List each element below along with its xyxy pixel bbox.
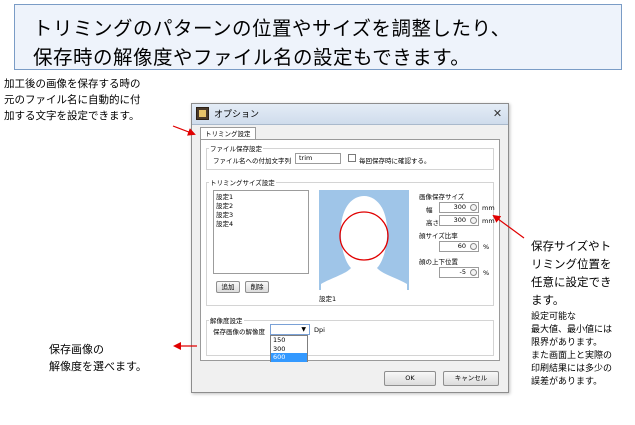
annotation-line: リミング位置を <box>531 257 612 271</box>
ok-button[interactable]: OK <box>384 371 436 386</box>
tab-panel: ファイル保存設定 ファイル名への付加文字列 trim 毎回保存時に確認する。 ト… <box>200 139 500 362</box>
headline-line-1: トリミングのパターンの位置やサイズを調整したり、 <box>33 17 511 40</box>
resolution-dropdown: 150 300 600 <box>270 335 308 362</box>
annotation-limits: 設定可能な 最大値、最小値には 限界があります。 また画面上と実際の 印刷結果に… <box>531 311 612 389</box>
height-unit: mm <box>482 217 495 225</box>
annotation-line: 保存サイズやト <box>531 239 612 253</box>
height-label: 高さ <box>426 219 439 227</box>
dialog-titlebar[interactable]: オプション ✕ <box>192 104 508 125</box>
chevron-down-icon[interactable]: ▼ <box>301 326 306 333</box>
dropdown-option[interactable]: 150 <box>271 336 307 345</box>
dropdown-option-selected[interactable]: 600 <box>271 353 307 362</box>
annotation-line: ます。 <box>531 293 565 307</box>
confirm-checkbox[interactable] <box>348 154 356 162</box>
suffix-label: ファイル名への付加文字列 <box>213 157 291 165</box>
suffix-input[interactable]: trim <box>295 153 341 164</box>
resolution-legend: 解像度設定 <box>209 315 244 325</box>
resolution-unit: Dpi <box>314 326 325 334</box>
spin-icon[interactable] <box>470 243 477 250</box>
annotation-line: 加する文字を設定できます。 <box>4 110 140 122</box>
face-position-unit: % <box>483 269 490 277</box>
delete-button[interactable]: 削除 <box>245 281 269 293</box>
dialog-title: オプション <box>214 110 260 120</box>
annotation-line: また画面上と実際の <box>531 351 613 361</box>
annotation-line: 元のファイル名に自動的に付 <box>4 94 141 106</box>
annotation-line: 任意に設定でき <box>531 275 612 289</box>
close-icon[interactable]: ✕ <box>491 107 504 120</box>
face-ratio-input[interactable]: 60 <box>439 241 479 252</box>
height-input[interactable]: 300 <box>439 215 479 226</box>
save-size-label: 画像保存サイズ <box>419 193 465 201</box>
resolution-label: 保存画像の解像度 <box>213 328 265 336</box>
annotation-line: 解像度を選べます。 <box>49 360 147 373</box>
options-dialog: オプション ✕ トリミング設定 ファイル保存設定 ファイル名への付加文字列 tr… <box>191 103 509 393</box>
trim-size-legend: トリミングサイズ設定 <box>209 177 276 187</box>
app-icon <box>196 107 209 120</box>
list-item[interactable]: 設定3 <box>214 211 308 220</box>
face-position-label: 顔の上下位置 <box>419 258 458 266</box>
list-item[interactable]: 設定4 <box>214 220 308 229</box>
width-unit: mm <box>482 204 495 212</box>
add-button[interactable]: 追加 <box>216 281 240 293</box>
list-item[interactable]: 設定2 <box>214 202 308 211</box>
annotation-line: 最大値、最小値には <box>531 325 613 335</box>
width-value: 300 <box>453 203 466 211</box>
width-input[interactable]: 300 <box>439 202 479 213</box>
preset-list[interactable]: 設定1 設定2 設定3 設定4 <box>213 190 309 274</box>
head-silhouette-icon <box>321 196 407 290</box>
cancel-button[interactable]: キャンセル <box>443 371 499 386</box>
resolution-select[interactable]: ▼ <box>270 324 310 335</box>
width-label: 幅 <box>426 206 433 214</box>
height-value: 300 <box>453 216 466 224</box>
trim-preview[interactable] <box>319 190 409 290</box>
face-position-input[interactable]: -5 <box>439 267 479 278</box>
file-save-legend: ファイル保存設定 <box>209 143 263 153</box>
list-item[interactable]: 設定1 <box>214 193 308 202</box>
dropdown-option[interactable]: 300 <box>271 345 307 354</box>
headline-line-2: 保存時の解像度やファイル名の設定もできます。 <box>33 46 471 69</box>
spin-icon[interactable] <box>470 204 477 211</box>
annotation-line: 設定可能な <box>531 312 577 322</box>
face-ratio-value: 60 <box>457 242 466 250</box>
annotation-line: 印刷結果には多少の <box>531 364 613 374</box>
face-ratio-unit: % <box>483 243 490 251</box>
annotation-resolution: 保存画像の 解像度を選べます。 <box>49 341 147 375</box>
annotation-save-size: 保存サイズやト リミング位置を 任意に設定でき ます。 <box>531 237 612 309</box>
annotation-line: 誤差があります。 <box>531 377 603 387</box>
spin-icon[interactable] <box>470 217 477 224</box>
headline-box: トリミングのパターンの位置やサイズを調整したり、 保存時の解像度やファイル名の設… <box>14 4 622 70</box>
annotation-file-suffix: 加工後の画像を保存する時の 元のファイル名に自動的に付 加する文字を設定できます… <box>4 76 141 124</box>
annotation-line: 加工後の画像を保存する時の <box>4 78 141 90</box>
preview-caption: 設定1 <box>319 295 337 303</box>
confirm-checkbox-label: 毎回保存時に確認する。 <box>359 157 431 165</box>
face-position-value: -5 <box>459 268 466 276</box>
face-ratio-label: 顔サイズ比率 <box>419 232 458 240</box>
annotation-line: 保存画像の <box>49 343 104 356</box>
spin-icon[interactable] <box>470 269 477 276</box>
annotation-line: 限界があります。 <box>531 338 603 348</box>
